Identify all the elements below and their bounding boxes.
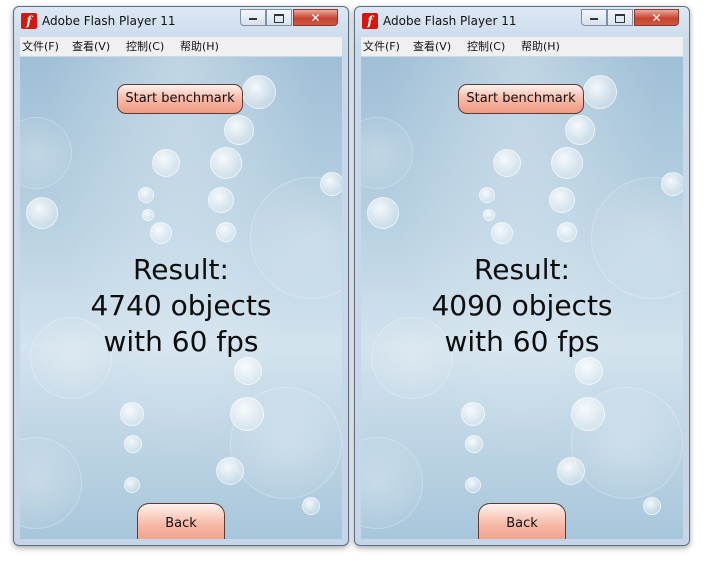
bubble bbox=[124, 435, 142, 453]
bubble bbox=[20, 437, 82, 529]
menu-bar: 文件(F) 查看(V) 控制(C) 帮助(H) bbox=[20, 37, 342, 56]
bubble bbox=[138, 187, 154, 203]
menu-help[interactable]: 帮助(H) bbox=[180, 37, 219, 56]
menu-control[interactable]: 控制(C) bbox=[467, 37, 505, 56]
bubble bbox=[320, 172, 342, 196]
bubble bbox=[142, 209, 154, 221]
bubble bbox=[465, 435, 483, 453]
menu-control[interactable]: 控制(C) bbox=[126, 37, 164, 56]
close-button[interactable]: ✕ bbox=[293, 9, 338, 26]
start-benchmark-button[interactable]: Start benchmark bbox=[458, 84, 584, 114]
result-objects: 4090 objects bbox=[431, 289, 613, 322]
menu-view[interactable]: 查看(V) bbox=[413, 37, 451, 56]
menu-bar: 文件(F) 查看(V) 控制(C) 帮助(H) bbox=[361, 37, 683, 56]
back-button[interactable]: Back bbox=[478, 503, 566, 539]
result-label: Result: bbox=[474, 253, 570, 286]
bubble bbox=[230, 397, 264, 431]
bubble bbox=[302, 497, 320, 515]
menu-file[interactable]: 文件(F) bbox=[363, 37, 400, 56]
maximize-button[interactable] bbox=[607, 9, 633, 26]
maximize-icon bbox=[615, 14, 625, 23]
bubble bbox=[208, 187, 234, 213]
result-text: Result: 4090 objects with 60 fps bbox=[361, 252, 683, 360]
minimize-button[interactable] bbox=[581, 9, 607, 26]
close-icon: ✕ bbox=[651, 11, 662, 25]
bubble bbox=[583, 75, 617, 109]
bubble bbox=[20, 117, 72, 189]
title-bar[interactable]: f Adobe Flash Player 11 ✕ bbox=[14, 7, 348, 35]
bubble bbox=[549, 187, 575, 213]
back-button[interactable]: Back bbox=[137, 503, 225, 539]
bubble bbox=[661, 172, 683, 196]
bubble bbox=[465, 477, 481, 493]
bubble bbox=[493, 149, 521, 177]
bubble bbox=[557, 222, 577, 242]
flash-player-window-left: f Adobe Flash Player 11 ✕ 文件(F) 查看(V) 控制… bbox=[13, 6, 349, 546]
menu-file[interactable]: 文件(F) bbox=[22, 37, 59, 56]
result-text: Result: 4740 objects with 60 fps bbox=[20, 252, 342, 360]
minimize-button[interactable] bbox=[240, 9, 266, 26]
bubble bbox=[216, 222, 236, 242]
result-fps: with 60 fps bbox=[103, 325, 259, 358]
bubble bbox=[479, 187, 495, 203]
bubble bbox=[361, 437, 423, 529]
window-title: Adobe Flash Player 11 bbox=[383, 14, 517, 28]
maximize-icon bbox=[274, 14, 284, 23]
title-bar[interactable]: f Adobe Flash Player 11 ✕ bbox=[355, 7, 689, 35]
close-icon: ✕ bbox=[310, 11, 321, 25]
close-button[interactable]: ✕ bbox=[634, 9, 679, 26]
start-benchmark-button[interactable]: Start benchmark bbox=[117, 84, 243, 114]
bubble bbox=[361, 117, 413, 189]
result-objects: 4740 objects bbox=[90, 289, 272, 322]
bubble bbox=[483, 209, 495, 221]
bubble bbox=[367, 197, 399, 229]
flash-content-area[interactable]: Start benchmark Result: 4740 objects wit… bbox=[20, 57, 342, 539]
bubble bbox=[242, 75, 276, 109]
bubble bbox=[224, 115, 254, 145]
flash-content-area[interactable]: Start benchmark Result: 4090 objects wit… bbox=[361, 57, 683, 539]
flash-player-icon[interactable]: f bbox=[21, 13, 37, 29]
result-fps: with 60 fps bbox=[444, 325, 600, 358]
bubble bbox=[124, 477, 140, 493]
window-title: Adobe Flash Player 11 bbox=[42, 14, 176, 28]
maximize-button[interactable] bbox=[266, 9, 292, 26]
flash-player-icon[interactable]: f bbox=[362, 13, 378, 29]
bubble bbox=[120, 402, 144, 426]
flash-player-window-right: f Adobe Flash Player 11 ✕ 文件(F) 查看(V) 控制… bbox=[354, 6, 690, 546]
bubble bbox=[150, 222, 172, 244]
bubble bbox=[210, 147, 242, 179]
bubble bbox=[26, 197, 58, 229]
minimize-icon bbox=[249, 18, 257, 20]
minimize-icon bbox=[590, 18, 598, 20]
bubble bbox=[643, 497, 661, 515]
bubble bbox=[557, 457, 585, 485]
bubble bbox=[461, 402, 485, 426]
bubble bbox=[234, 357, 262, 385]
result-label: Result: bbox=[133, 253, 229, 286]
bubble bbox=[565, 115, 595, 145]
menu-help[interactable]: 帮助(H) bbox=[521, 37, 560, 56]
menu-view[interactable]: 查看(V) bbox=[72, 37, 110, 56]
bubble bbox=[551, 147, 583, 179]
bubble bbox=[216, 457, 244, 485]
bubble bbox=[575, 357, 603, 385]
bubble bbox=[152, 149, 180, 177]
bubble bbox=[571, 397, 605, 431]
bubble bbox=[491, 222, 513, 244]
